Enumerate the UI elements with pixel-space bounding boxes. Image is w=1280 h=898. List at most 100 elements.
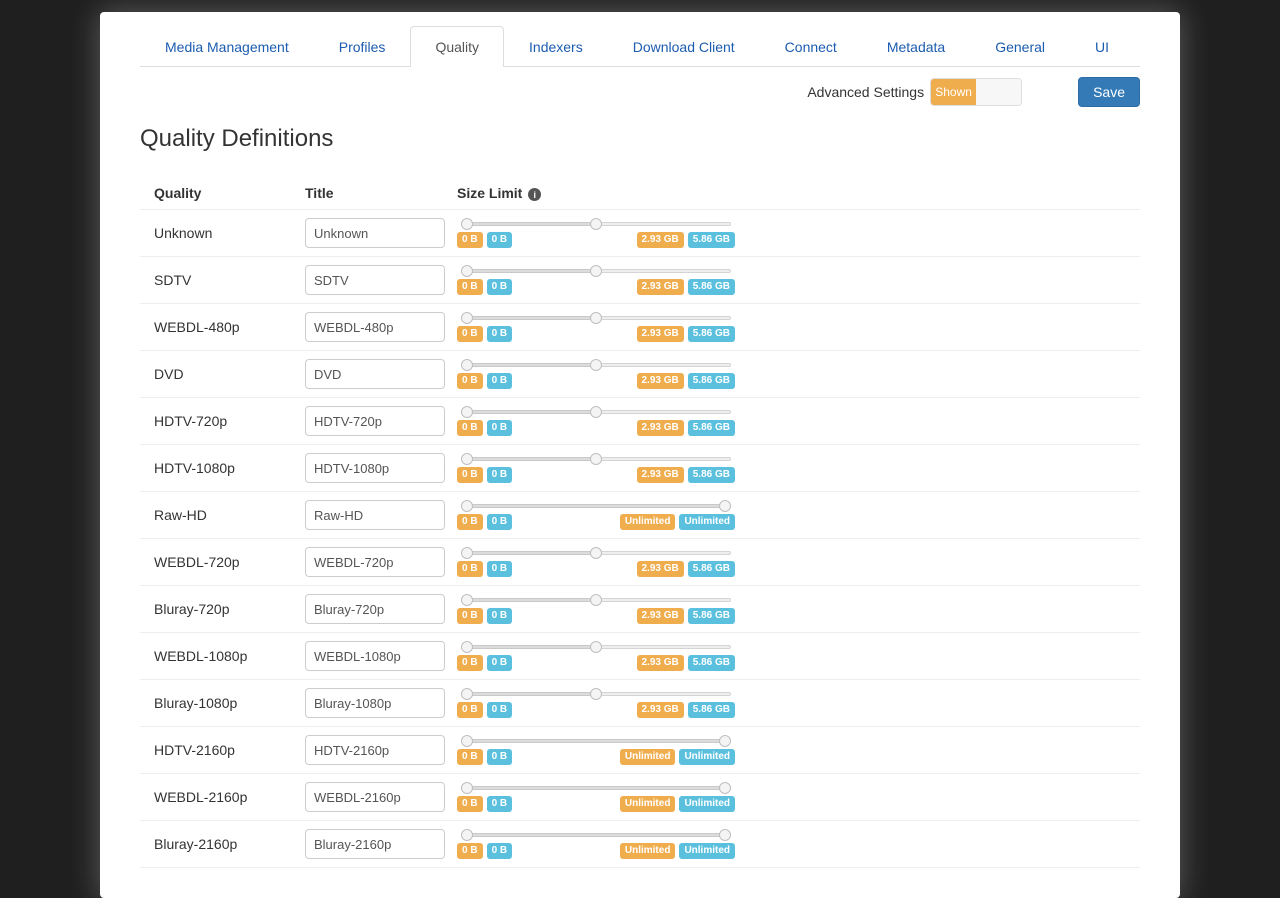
- quality-title-input[interactable]: [305, 829, 445, 859]
- min-size-badge-2: 0 B: [487, 561, 513, 577]
- slider-handle-max[interactable]: [719, 500, 731, 512]
- slider-handle-max[interactable]: [590, 312, 602, 324]
- slider-handle-min[interactable]: [461, 829, 473, 841]
- max-size-badge: 2.93 GB: [637, 467, 684, 483]
- section-title: Quality Definitions: [140, 125, 1140, 153]
- slider-handle-max[interactable]: [719, 829, 731, 841]
- size-slider[interactable]: [457, 830, 735, 840]
- max-size-badge-2: Unlimited: [679, 514, 735, 530]
- slider-handle-max[interactable]: [590, 359, 602, 371]
- slider-handle-min[interactable]: [461, 688, 473, 700]
- size-slider[interactable]: [457, 454, 735, 464]
- slider-handle-max[interactable]: [590, 406, 602, 418]
- quality-title-input[interactable]: [305, 218, 445, 248]
- slider-handle-min[interactable]: [461, 547, 473, 559]
- quality-title-input[interactable]: [305, 782, 445, 812]
- size-slider[interactable]: [457, 595, 735, 605]
- tab-quality[interactable]: Quality: [410, 26, 504, 67]
- min-size-badge: 0 B: [457, 749, 483, 765]
- save-button[interactable]: Save: [1078, 77, 1140, 107]
- table-header: Quality Title Size Limit i: [140, 177, 1140, 210]
- slider-handle-min[interactable]: [461, 312, 473, 324]
- slider-handle-min[interactable]: [461, 782, 473, 794]
- size-slider[interactable]: [457, 736, 735, 746]
- tab-metadata[interactable]: Metadata: [862, 26, 970, 67]
- tab-indexers[interactable]: Indexers: [504, 26, 608, 67]
- table-row: Bluray-720p0 B0 B2.93 GB5.86 GB: [140, 586, 1140, 633]
- tab-connect[interactable]: Connect: [760, 26, 862, 67]
- size-slider[interactable]: [457, 783, 735, 793]
- table-row: Bluray-2160p0 B0 BUnlimitedUnlimited: [140, 821, 1140, 868]
- max-size-badge: 2.93 GB: [637, 232, 684, 248]
- size-slider[interactable]: [457, 360, 735, 370]
- slider-handle-min[interactable]: [461, 500, 473, 512]
- size-slider[interactable]: [457, 548, 735, 558]
- min-size-badge-2: 0 B: [487, 279, 513, 295]
- quality-title-input[interactable]: [305, 312, 445, 342]
- quality-title-input[interactable]: [305, 359, 445, 389]
- max-size-badge: 2.93 GB: [637, 561, 684, 577]
- tab-ui[interactable]: UI: [1070, 26, 1134, 67]
- quality-name: WEBDL-1080p: [150, 648, 305, 664]
- max-size-badge-2: 5.86 GB: [688, 279, 735, 295]
- quality-title-input[interactable]: [305, 265, 445, 295]
- slider-handle-min[interactable]: [461, 735, 473, 747]
- toolbar: Advanced Settings Shown Save: [140, 77, 1140, 107]
- slider-handle-max[interactable]: [590, 688, 602, 700]
- slider-handle-min[interactable]: [461, 218, 473, 230]
- size-slider[interactable]: [457, 642, 735, 652]
- tab-general[interactable]: General: [970, 26, 1070, 67]
- table-row: HDTV-2160p0 B0 BUnlimitedUnlimited: [140, 727, 1140, 774]
- quality-name: WEBDL-2160p: [150, 789, 305, 805]
- tab-media-management[interactable]: Media Management: [140, 26, 314, 67]
- tab-download-client[interactable]: Download Client: [608, 26, 760, 67]
- slider-handle-max[interactable]: [719, 782, 731, 794]
- size-slider[interactable]: [457, 407, 735, 417]
- max-size-badge-2: 5.86 GB: [688, 467, 735, 483]
- max-size-badge-2: 5.86 GB: [688, 702, 735, 718]
- advanced-settings-toggle[interactable]: Shown: [930, 78, 1022, 106]
- header-quality: Quality: [150, 185, 305, 201]
- slider-handle-min[interactable]: [461, 406, 473, 418]
- slider-handle-max[interactable]: [590, 453, 602, 465]
- size-slider[interactable]: [457, 266, 735, 276]
- max-size-badge: Unlimited: [620, 514, 676, 530]
- size-slider[interactable]: [457, 501, 735, 511]
- table-row: HDTV-1080p0 B0 B2.93 GB5.86 GB: [140, 445, 1140, 492]
- slider-handle-max[interactable]: [590, 594, 602, 606]
- quality-title-input[interactable]: [305, 735, 445, 765]
- slider-handle-max[interactable]: [590, 547, 602, 559]
- max-size-badge: 2.93 GB: [637, 655, 684, 671]
- quality-title-input[interactable]: [305, 547, 445, 577]
- size-slider[interactable]: [457, 689, 735, 699]
- quality-title-input[interactable]: [305, 406, 445, 436]
- quality-rows: Unknown0 B0 B2.93 GB5.86 GBSDTV0 B0 B2.9…: [140, 210, 1140, 868]
- quality-title-input[interactable]: [305, 453, 445, 483]
- slider-handle-max[interactable]: [590, 641, 602, 653]
- max-size-badge-2: 5.86 GB: [688, 561, 735, 577]
- quality-title-input[interactable]: [305, 594, 445, 624]
- slider-handle-min[interactable]: [461, 359, 473, 371]
- size-slider[interactable]: [457, 313, 735, 323]
- quality-title-input[interactable]: [305, 641, 445, 671]
- slider-handle-min[interactable]: [461, 594, 473, 606]
- settings-panel: Media ManagementProfilesQualityIndexersD…: [100, 12, 1180, 898]
- slider-handle-min[interactable]: [461, 453, 473, 465]
- tab-profiles[interactable]: Profiles: [314, 26, 411, 67]
- slider-handle-max[interactable]: [719, 735, 731, 747]
- slider-handle-min[interactable]: [461, 641, 473, 653]
- min-size-badge-2: 0 B: [487, 796, 513, 812]
- max-size-badge-2: Unlimited: [679, 796, 735, 812]
- toggle-off-state: [976, 79, 1021, 105]
- max-size-badge: 2.93 GB: [637, 608, 684, 624]
- size-slider[interactable]: [457, 219, 735, 229]
- slider-handle-max[interactable]: [590, 265, 602, 277]
- info-icon[interactable]: i: [528, 188, 541, 201]
- quality-title-input[interactable]: [305, 688, 445, 718]
- quality-title-input[interactable]: [305, 500, 445, 530]
- min-size-badge-2: 0 B: [487, 514, 513, 530]
- slider-handle-min[interactable]: [461, 265, 473, 277]
- max-size-badge: Unlimited: [620, 749, 676, 765]
- quality-name: HDTV-720p: [150, 413, 305, 429]
- slider-handle-max[interactable]: [590, 218, 602, 230]
